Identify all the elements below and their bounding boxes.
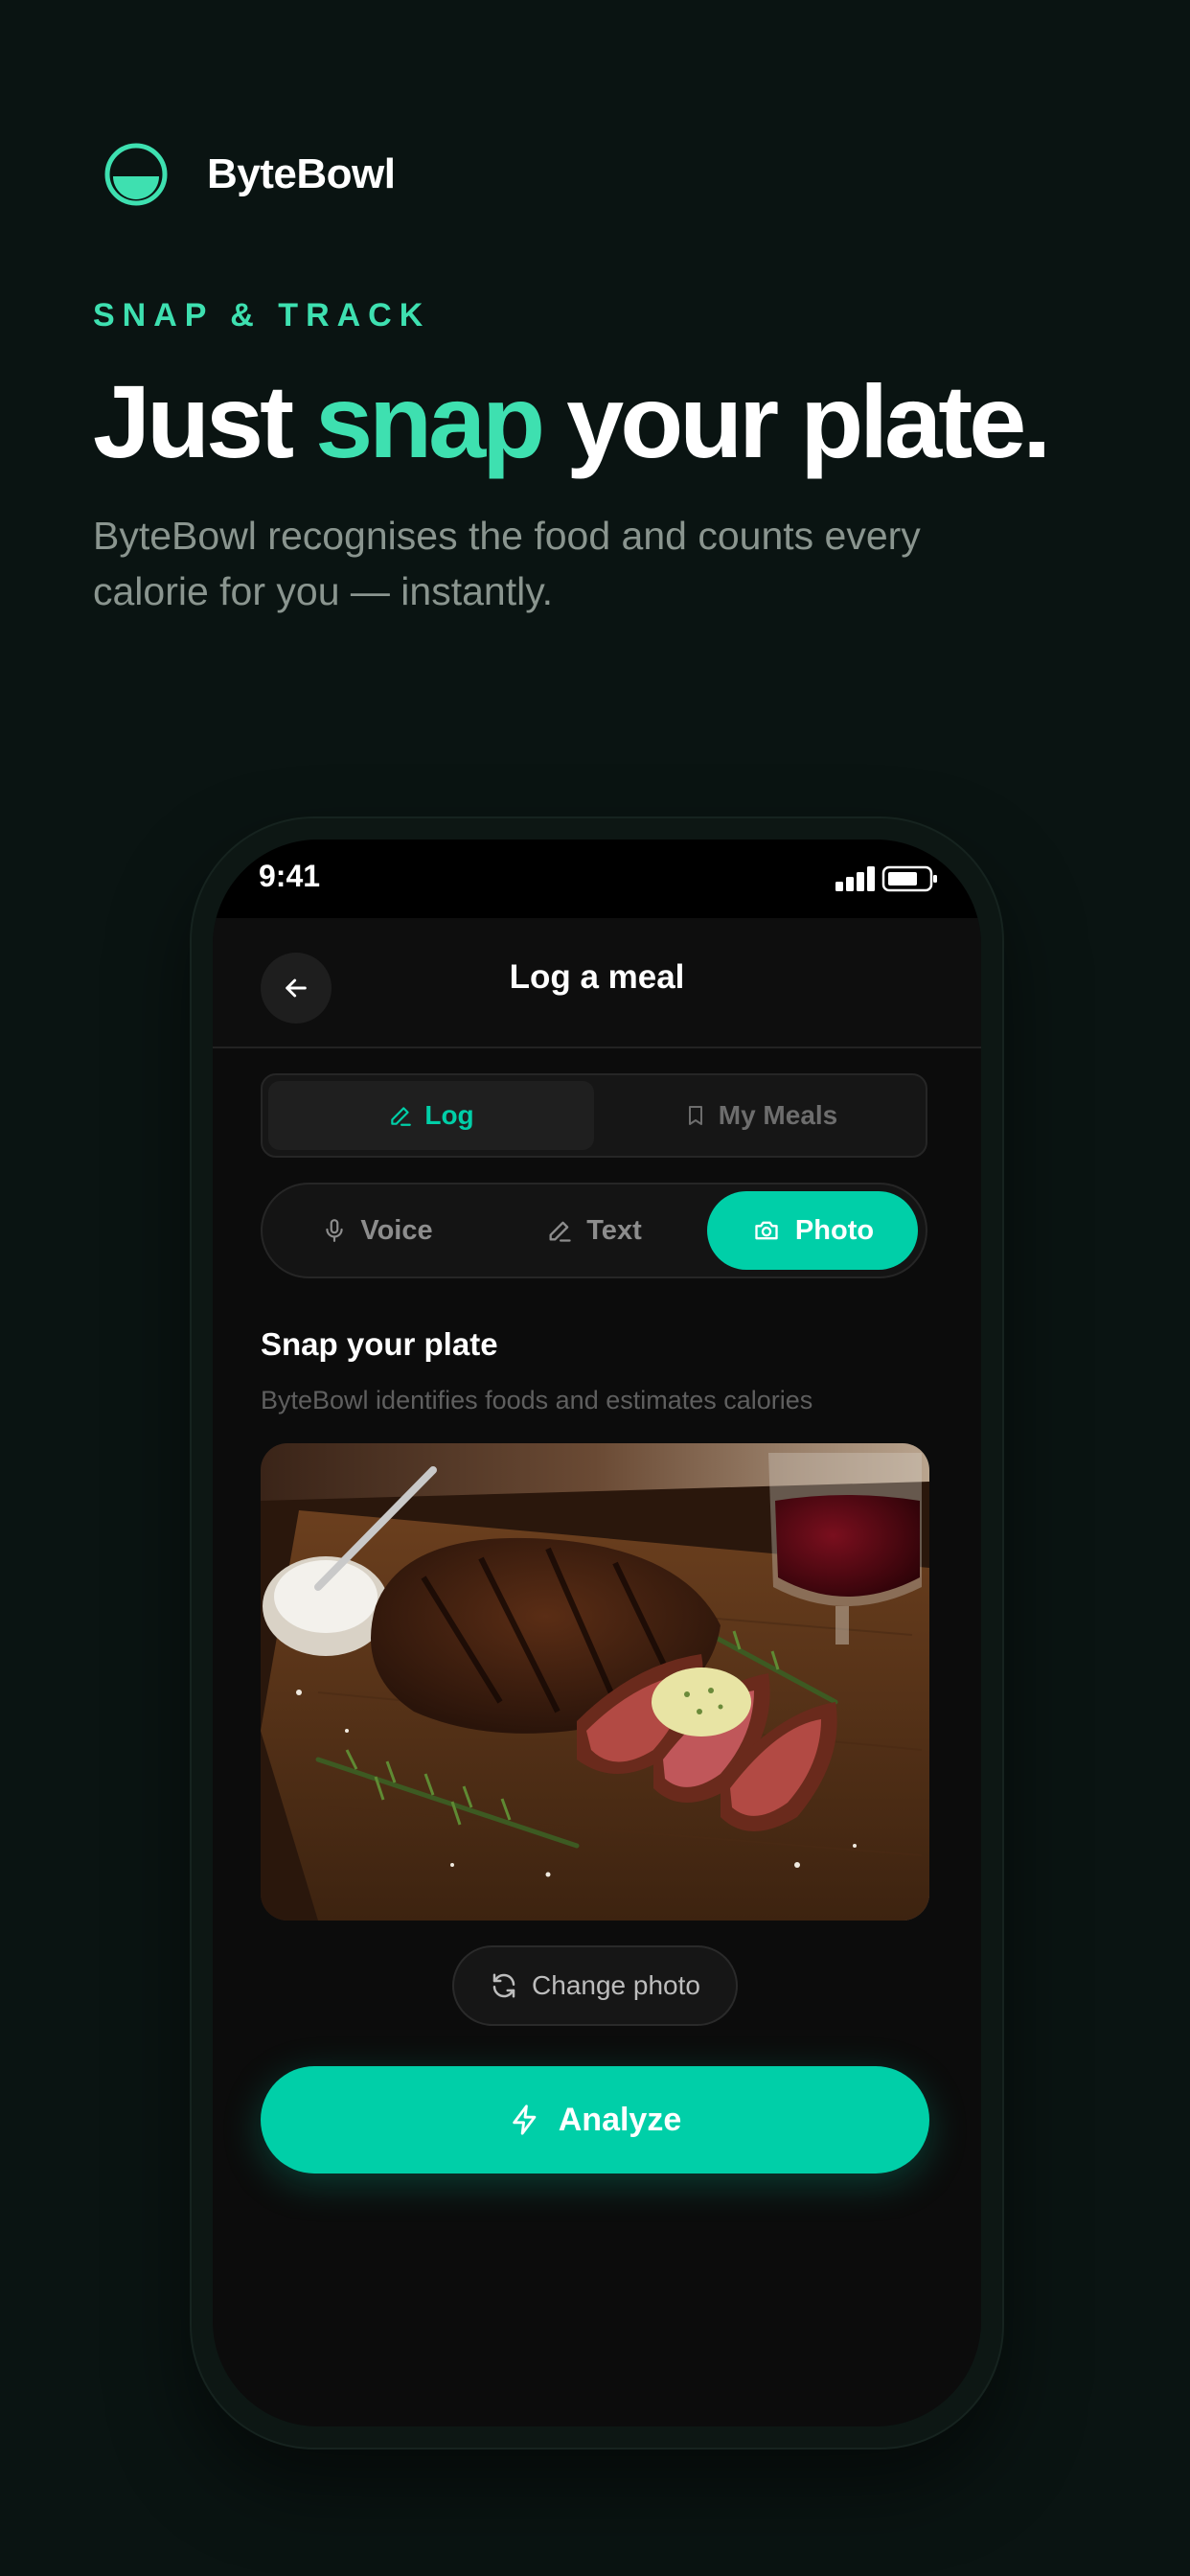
mic-icon (326, 1219, 344, 1242)
mode-photo-label: Photo (794, 1214, 875, 1246)
mode-photo[interactable]: Photo (707, 1191, 918, 1270)
tab-my-meals[interactable]: My Meals (598, 1081, 924, 1150)
section-subtitle: ByteBowl identifies foods and estimates … (261, 1386, 813, 1414)
status-time: 9:41 (259, 859, 321, 893)
analyze-label: Analyze (558, 2101, 682, 2138)
pencil-icon (549, 1221, 571, 1242)
battery-icon (881, 865, 937, 892)
status-bar: 9:41 (213, 840, 981, 918)
screen-title: Log a meal (509, 958, 685, 996)
tab-log[interactable]: Log (268, 1081, 594, 1150)
headline-end: your plate. (541, 363, 1051, 479)
tab-my-meals-label: My Meals (718, 1100, 838, 1130)
section-title: Snap your plate (261, 1326, 498, 1362)
phone-screen: 9:41 Log a meal Log My Meals Voice Text … (213, 840, 981, 2426)
signal-icon (835, 866, 875, 891)
headline-start: Just (93, 363, 316, 479)
pencil-icon (391, 1107, 412, 1126)
tab-log-label: Log (424, 1100, 474, 1130)
mode-text[interactable]: Text (489, 1191, 699, 1270)
mode-text-label: Text (586, 1214, 642, 1246)
headline-accent: snap (315, 363, 545, 479)
headline: Just snap your plate. (93, 359, 1051, 484)
mode-voice-label: Voice (360, 1214, 433, 1246)
input-mode-selector: Voice Text Photo (261, 1183, 927, 1278)
phone-frame: 9:41 Log a meal Log My Meals Voice Text … (190, 816, 1004, 2450)
analyze-button[interactable]: Analyze (261, 2066, 929, 2174)
brand: ByteBowl (103, 142, 396, 207)
half-bowl-icon (104, 143, 168, 206)
log-tabs: Log My Meals (261, 1073, 927, 1158)
hero-subtitle: ByteBowl recognises the food and counts … (93, 514, 921, 613)
change-photo-button[interactable]: Change photo (452, 1945, 738, 2026)
lightning-icon (513, 2104, 537, 2135)
camera-icon (755, 1221, 778, 1240)
status-icons (835, 865, 937, 892)
change-photo-label: Change photo (532, 1970, 700, 2000)
eyebrow-label: SNAP & TRACK (93, 297, 431, 334)
bookmark-icon (688, 1106, 702, 1125)
brand-name: ByteBowl (207, 150, 396, 197)
refresh-icon (492, 1973, 515, 1998)
meal-photo (261, 1443, 929, 1920)
mode-voice[interactable]: Voice (272, 1191, 483, 1270)
